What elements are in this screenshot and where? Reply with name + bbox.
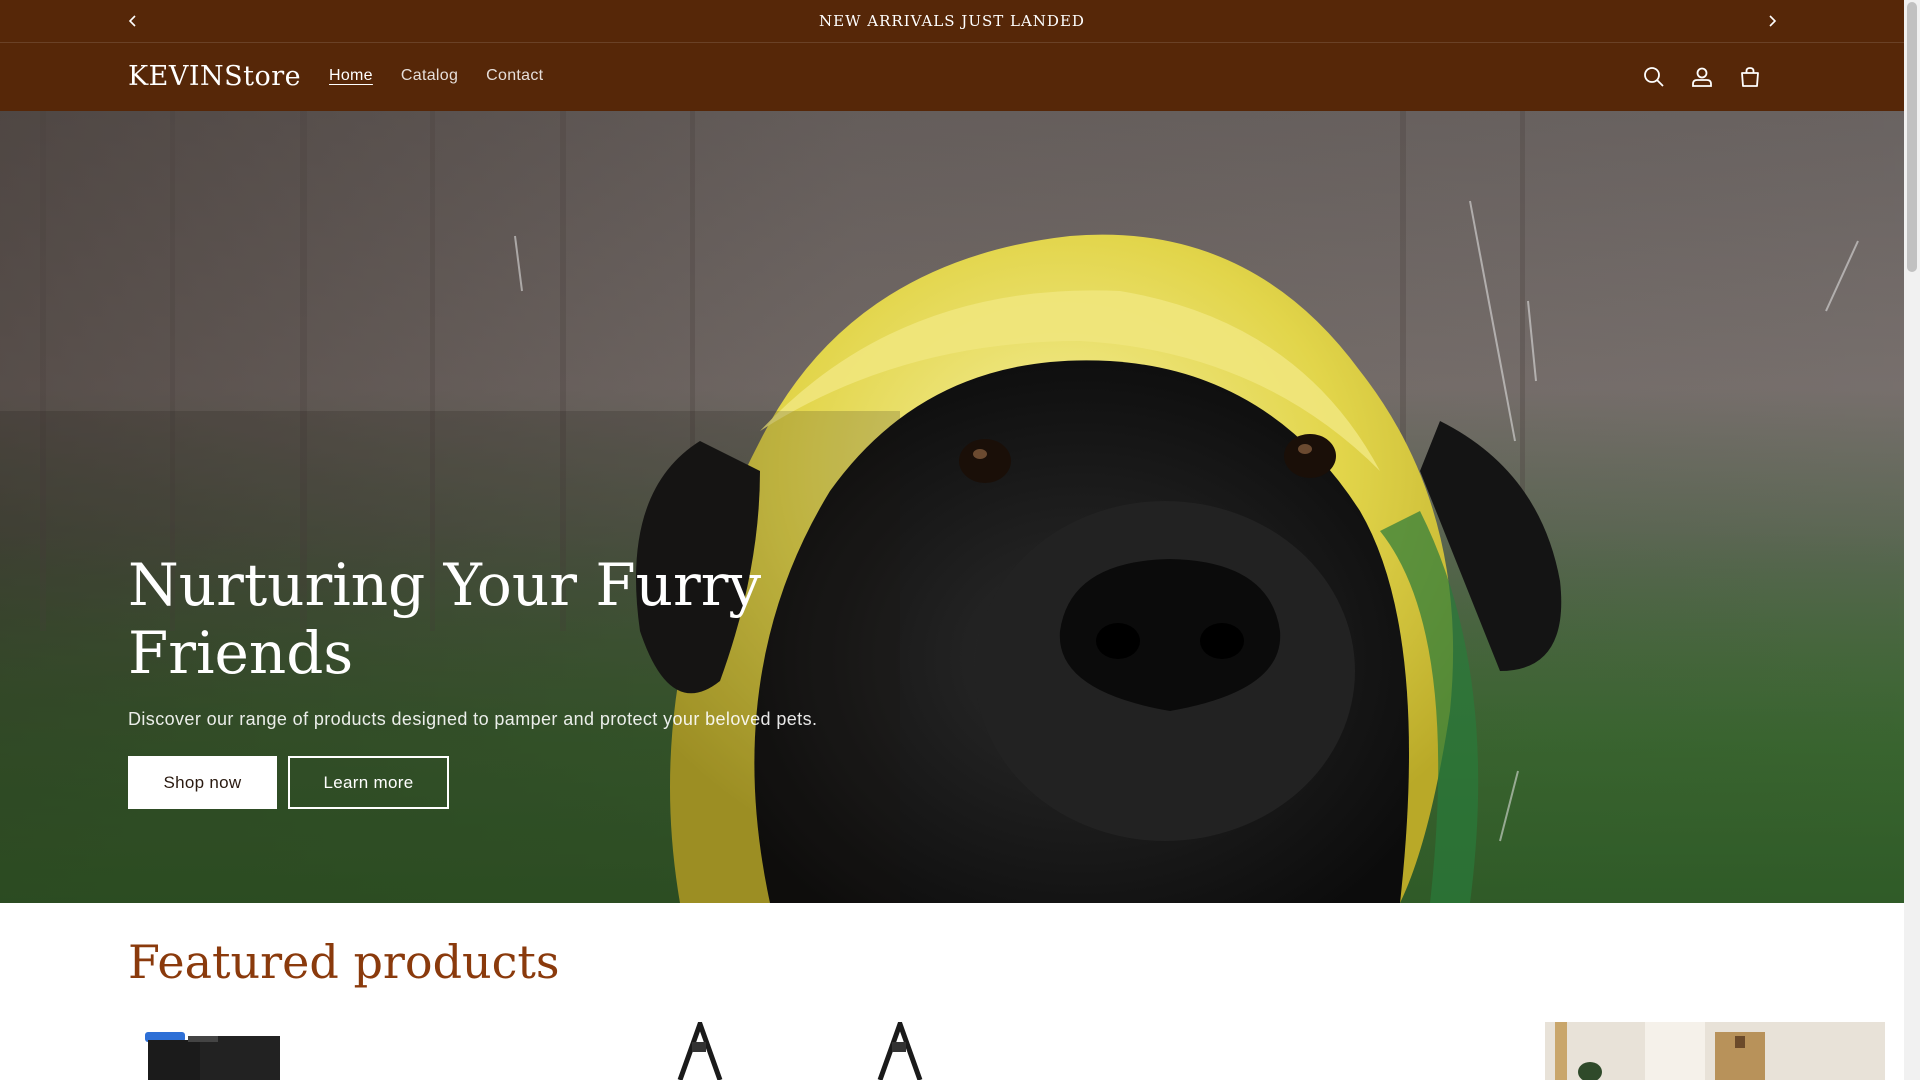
cart-icon: [1741, 67, 1759, 87]
scrollbar-thumb[interactable]: [1907, 2, 1917, 272]
featured-products-heading: Featured products: [128, 935, 560, 989]
learn-more-button[interactable]: Learn more: [288, 756, 449, 809]
hero-buttons: Shop now Learn more: [128, 756, 888, 809]
hero-content: Nurturing Your Furry Friends Discover ou…: [128, 551, 888, 809]
site-header: KEVINStore Home Catalog Contact: [0, 43, 1904, 111]
hero-title: Nurturing Your Furry Friends: [128, 551, 762, 687]
main-nav: Home Catalog Contact: [315, 67, 557, 85]
page-scrollbar[interactable]: [1904, 0, 1920, 1080]
shop-now-button[interactable]: Shop now: [128, 756, 277, 809]
chevron-right-icon: [1769, 15, 1777, 27]
chevron-left-icon: [128, 15, 136, 27]
product-image-bowls[interactable]: [140, 1022, 330, 1080]
search-icon: [1644, 67, 1664, 87]
nav-contact[interactable]: Contact: [472, 67, 557, 85]
product-image-interior[interactable]: [1545, 1022, 1885, 1080]
hero-banner: Nurturing Your Furry Friends Discover ou…: [0, 111, 1904, 903]
announcement-bar: NEW ARRIVALS JUST LANDED: [0, 0, 1904, 43]
announcement-next-button[interactable]: [1759, 8, 1785, 34]
store-logo[interactable]: KEVINStore: [128, 61, 301, 92]
product-image-harness-2[interactable]: [870, 1022, 950, 1080]
nav-home[interactable]: Home: [315, 67, 387, 85]
cart-button[interactable]: [1736, 63, 1764, 91]
header-actions: [1640, 63, 1764, 91]
nav-catalog[interactable]: Catalog: [387, 67, 472, 85]
account-button[interactable]: [1688, 63, 1716, 91]
product-image-harness-1[interactable]: [670, 1022, 750, 1080]
announcement-prev-button[interactable]: [120, 8, 146, 34]
search-button[interactable]: [1640, 63, 1668, 91]
featured-products-grid: [0, 1022, 1904, 1080]
announcement-text: NEW ARRIVALS JUST LANDED: [819, 12, 1085, 30]
account-icon: [1692, 67, 1712, 87]
hero-subtitle: Discover our range of products designed …: [128, 709, 818, 729]
